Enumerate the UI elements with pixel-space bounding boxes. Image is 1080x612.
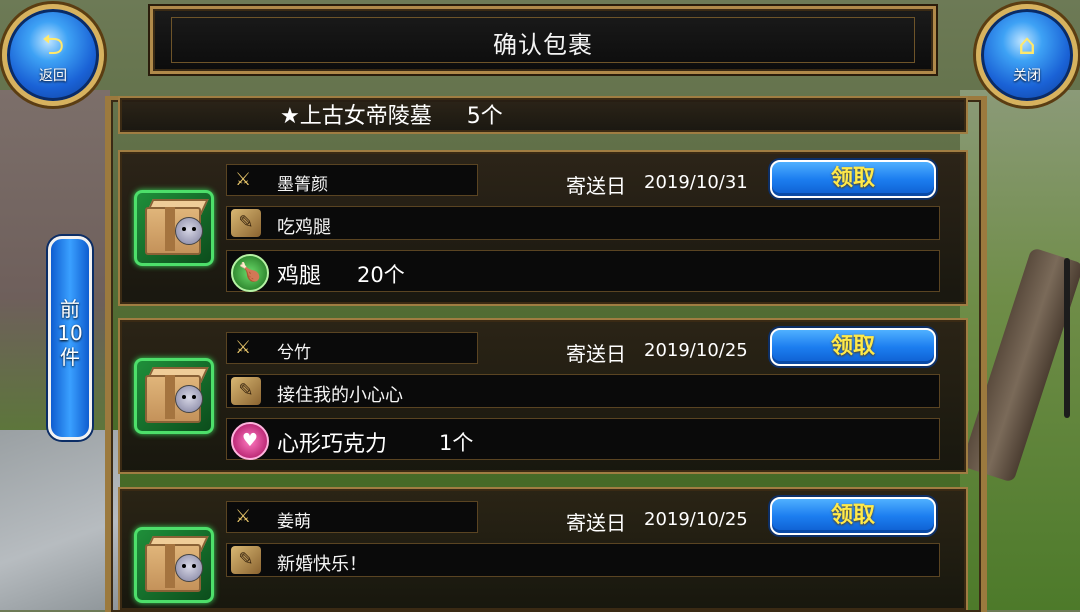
sender-icon: ⚔ — [235, 169, 252, 190]
sender-field: ⚔ 兮竹 — [226, 332, 478, 364]
item-name: 心形巧克力 — [277, 432, 388, 457]
claim-button-label: 领取 — [830, 166, 875, 191]
sender-icon: ⚔ — [235, 337, 252, 358]
claim-button-label: 领取 — [830, 334, 875, 359]
claim-button[interactable]: 领取 — [770, 328, 936, 366]
item-count: 1个 — [439, 431, 474, 455]
back-button[interactable]: ⮌ 返回 — [2, 4, 104, 106]
background-road — [0, 430, 120, 610]
message-field: ✎ 接住我的小心心 — [226, 374, 940, 408]
item-count: 20个 — [357, 263, 405, 287]
parcel-box-icon — [134, 190, 214, 266]
sender-name: 兮竹 — [277, 343, 311, 363]
title-bar: 确认包裹 — [150, 6, 936, 74]
parcel-box-icon — [134, 358, 214, 434]
partial-item-text: ★上古女帝陵墓 5个 — [280, 98, 503, 128]
partial-item-count: 5个 — [466, 104, 503, 128]
scroll-letter-icon: ✎ — [231, 377, 261, 405]
claim-button[interactable]: 领取 — [770, 497, 936, 535]
message-text: 接住我的小心心 — [277, 385, 403, 406]
chicken-leg-icon: 🍗 — [231, 254, 269, 292]
previous-10-label-3: 件 — [60, 345, 80, 369]
item-field: 🍗 鸡腿 20个 — [226, 250, 940, 292]
mail-card: ⚔ 墨箐颜 寄送日 2019/10/31 领取 ✎ 吃鸡腿 🍗 鸡腿 20个 — [118, 150, 968, 306]
close-button[interactable]: ⌂ 关闭 — [976, 4, 1078, 106]
date-value: 2019/10/25 — [644, 509, 748, 530]
sender-field: ⚔ 姜萌 — [226, 501, 478, 533]
claim-button-label: 领取 — [830, 503, 875, 528]
mail-card: ⚔ 姜萌 寄送日 2019/10/25 领取 ✎ 新婚快乐！ — [118, 487, 968, 610]
mail-card-partial: ★上古女帝陵墓 5个 — [118, 96, 968, 134]
date-label: 寄送日 — [566, 342, 626, 366]
return-arrow-icon: ⮌ — [41, 28, 65, 61]
box-tape — [165, 375, 175, 419]
previous-10-label-2: 10 — [57, 321, 83, 345]
previous-10-button[interactable]: 前 10 件 — [48, 236, 92, 440]
list-scrollbar[interactable] — [1064, 258, 1070, 418]
mascot-icon — [175, 385, 203, 413]
heart-chocolate-icon: ♥ — [231, 422, 269, 460]
mascot-icon — [175, 554, 203, 582]
close-button-label: 关闭 — [1013, 68, 1041, 84]
scroll-letter-icon: ✎ — [231, 546, 261, 574]
sender-field: ⚔ 墨箐颜 — [226, 164, 478, 196]
date-value: 2019/10/25 — [644, 340, 748, 361]
mascot-icon — [175, 217, 203, 245]
item-field: ♥ 心形巧克力 1个 — [226, 418, 940, 460]
date-value: 2019/10/31 — [644, 172, 748, 193]
box-tape — [165, 544, 175, 588]
message-text: 吃鸡腿 — [277, 217, 331, 238]
claim-button[interactable]: 领取 — [770, 160, 936, 198]
message-text: 新婚快乐！ — [277, 554, 367, 575]
date-label: 寄送日 — [566, 174, 626, 198]
page-title: 确认包裹 — [493, 31, 593, 59]
message-field: ✎ 吃鸡腿 — [226, 206, 940, 240]
mail-card: ⚔ 兮竹 寄送日 2019/10/25 领取 ✎ 接住我的小心心 ♥ 心形巧克力… — [118, 318, 968, 474]
back-button-label: 返回 — [39, 68, 67, 84]
sender-name: 姜萌 — [277, 512, 311, 532]
date-label: 寄送日 — [566, 511, 626, 535]
item-name: 鸡腿 — [277, 264, 322, 289]
parcel-box-icon — [134, 527, 214, 603]
scroll-letter-icon: ✎ — [231, 209, 261, 237]
box-tape — [165, 207, 175, 251]
sender-icon: ⚔ — [235, 506, 252, 527]
home-icon: ⌂ — [1018, 28, 1036, 61]
previous-10-label-1: 前 — [60, 297, 80, 321]
message-field: ✎ 新婚快乐！ — [226, 543, 940, 577]
partial-item-name: ★上古女帝陵墓 — [280, 104, 432, 128]
sender-name: 墨箐颜 — [277, 175, 328, 195]
